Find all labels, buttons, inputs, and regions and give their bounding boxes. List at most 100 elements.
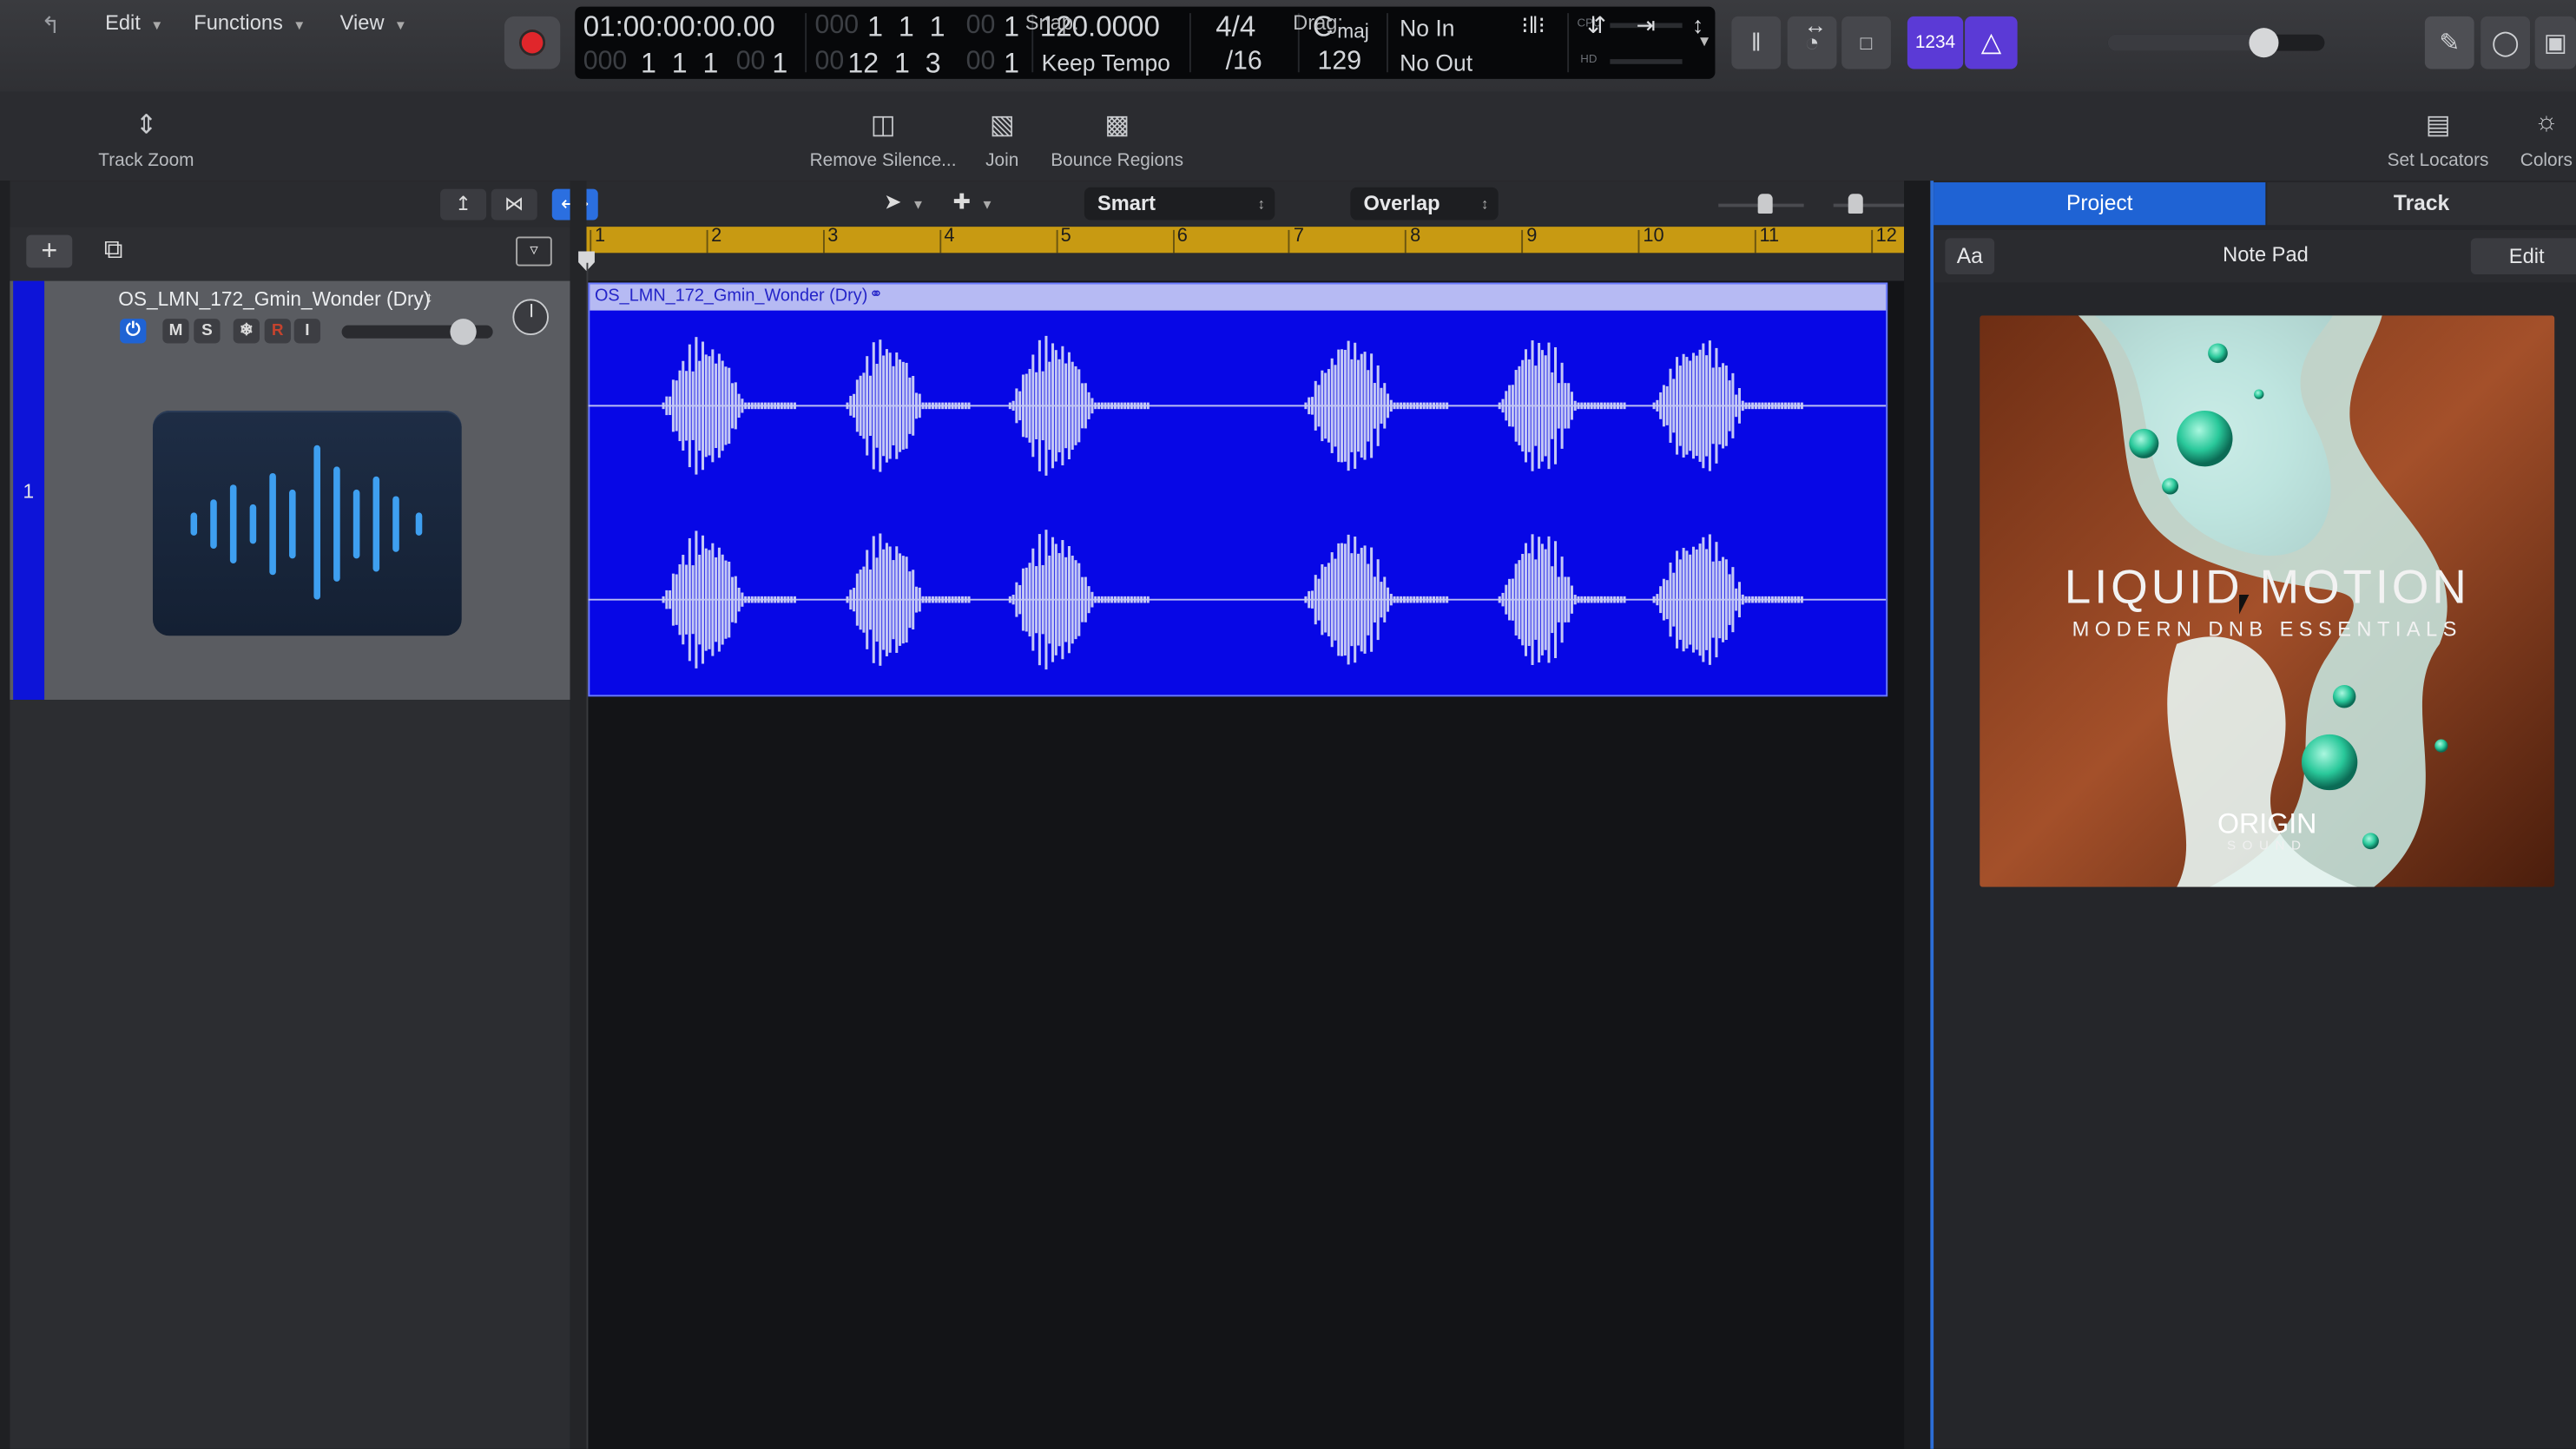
ruler-bar-number: 6 — [1176, 227, 1188, 247]
drag-select[interactable]: Overlap ↕ — [1350, 187, 1499, 221]
bounce-regions-icon: ▩ — [1104, 111, 1130, 140]
automation-icon[interactable]: ↥ — [440, 188, 487, 221]
functions-menu[interactable]: Functions ▼ — [194, 11, 306, 34]
note-pad-toggle-icon[interactable]: ✎ — [2424, 16, 2474, 69]
track-name-updown-icon[interactable]: ↕ — [425, 289, 433, 306]
solo-button[interactable]: S — [194, 319, 221, 344]
key-value: 129 — [1317, 47, 1362, 76]
colors-button[interactable]: ☼ Colors — [2510, 109, 2576, 171]
pos2-dim: 000 — [583, 47, 628, 76]
horizontal-fit-icon[interactable]: ⇥ — [1637, 11, 1656, 39]
note-pad-title: Note Pad — [2223, 243, 2309, 267]
ruler-bar-number: 8 — [1410, 227, 1421, 247]
ruler[interactable] — [586, 227, 1905, 254]
ruler-tick — [939, 229, 941, 254]
len-sub: 1 — [1004, 47, 1020, 79]
horizontal-zoom-slider-icon[interactable]: ↔ — [1804, 11, 1827, 37]
ruler-bar-number: 10 — [1643, 227, 1664, 247]
ruler-tick — [1055, 229, 1057, 254]
pos2-sub-dim: 00 — [735, 47, 766, 76]
remove-silence-icon: ◫ — [870, 111, 896, 140]
record-enable-button[interactable]: R — [264, 319, 291, 344]
ruler-bar-number: 5 — [1060, 227, 1071, 247]
cover-title: LIQUID MOTION — [2064, 562, 2470, 615]
tab-track[interactable]: Track — [2267, 182, 2576, 226]
arrange-scroll-gutter[interactable] — [1904, 181, 1931, 1449]
pan-knob[interactable] — [512, 299, 549, 336]
track-volume-knob[interactable] — [449, 319, 476, 346]
metronome-icon[interactable]: △ — [1965, 16, 2018, 69]
remove-silence-button[interactable]: ◫ Remove Silence... — [805, 109, 961, 171]
count-in-button[interactable]: 1234 — [1907, 16, 1964, 69]
freeze-icon[interactable]: ❄ — [233, 319, 260, 344]
flex-icon[interactable]: ⋈ — [491, 188, 537, 221]
updown-icon: ↕ — [1257, 195, 1265, 213]
join-icon: ▧ — [989, 111, 1015, 140]
ruler-bar-number: 11 — [1759, 227, 1780, 247]
loop-browser-icon[interactable]: ◯ — [2480, 16, 2530, 69]
cover-subtitle: MODERN DNB ESSENTIALS — [2072, 617, 2462, 641]
drag-label: Drag: — [1293, 11, 1344, 35]
cover-brand: ORIGIN — [2217, 807, 2317, 840]
ruler-bar-number: 2 — [711, 227, 722, 247]
horizontal-zoom-slider[interactable] — [1833, 203, 1913, 207]
secondary-tool-icon[interactable]: ✚ ▼ — [952, 189, 1008, 221]
back-arrow-icon[interactable]: ↰ — [41, 11, 60, 39]
record-button[interactable] — [504, 16, 561, 69]
ruler-tick — [1521, 229, 1524, 254]
pos-bars: 1 1 1 — [867, 11, 945, 43]
track-zoom-button[interactable]: ⇕ Track Zoom — [79, 109, 214, 171]
horizontal-zoom-knob[interactable] — [1848, 194, 1863, 214]
join-button[interactable]: ▧ Join — [969, 109, 1035, 171]
master-volume-slider[interactable] — [2107, 28, 2325, 58]
track-icon[interactable] — [152, 411, 462, 636]
view-menu[interactable]: View ▼ — [340, 11, 407, 34]
snap-label: Snap: — [1024, 11, 1079, 35]
audio-waveform-icon — [190, 445, 423, 600]
master-volume-knob[interactable] — [2249, 28, 2279, 58]
hd-meter — [1610, 59, 1683, 64]
smpte-position: 01:00:00:00.00 — [583, 10, 775, 43]
ruler-bar-number: 12 — [1875, 227, 1897, 247]
browser-icon[interactable]: ▣ — [2534, 16, 2576, 69]
bounce-regions-button[interactable]: ▩ Bounce Regions — [1042, 109, 1193, 171]
global-tracks-icon[interactable]: ▿ — [516, 236, 552, 267]
input-monitor-button[interactable]: I — [293, 319, 320, 344]
midi-out: No Out — [1400, 49, 1473, 76]
time-signature: 4/4 — [1216, 10, 1256, 43]
track-on-off-icon[interactable]: ⏻ — [120, 319, 147, 344]
edit-button[interactable]: Edit — [2470, 238, 2576, 274]
waveform-zoom-icon[interactable]: ⁝‖⁝ — [1521, 11, 1545, 39]
set-locators-icon: ▤ — [2425, 111, 2451, 140]
album-cover-image: LIQUID MOTION MODERN DNB ESSENTIALS ORIG… — [1980, 315, 2555, 887]
ruler-tick — [1172, 229, 1174, 254]
pointer-tool-icon[interactable]: ➤ ▼ — [884, 189, 939, 221]
snap-select[interactable]: Smart ↕ — [1084, 187, 1275, 221]
track-volume-slider[interactable] — [341, 319, 493, 346]
score-icon[interactable]: □ — [1841, 16, 1891, 69]
pos-bars-sub-dim: 00 — [965, 11, 996, 40]
ruler-tick — [1288, 229, 1291, 254]
mixer-icon[interactable]: ‖ — [1731, 16, 1782, 69]
vertical-zoom-icon[interactable]: ⇵ — [1587, 11, 1606, 39]
ruler-tick — [822, 229, 825, 254]
track-header-divider[interactable] — [570, 181, 587, 1449]
ruler-tick — [1637, 229, 1640, 254]
vertical-zoom-slider-icon[interactable]: ↕ — [1692, 11, 1703, 37]
set-locators-button[interactable]: ▤ Set Locators — [2375, 109, 2500, 171]
track-zoom-icon: ⇕ — [135, 111, 158, 140]
ruler-bar-number: 7 — [1293, 227, 1305, 247]
tab-project[interactable]: Project — [1934, 182, 2266, 226]
ruler-tick — [1871, 229, 1873, 254]
edit-menu[interactable]: Edit ▼ — [105, 11, 163, 34]
mute-button[interactable]: M — [162, 319, 189, 344]
ruler-tick — [1754, 229, 1756, 254]
region-waveform — [588, 335, 1887, 670]
duplicate-track-icon[interactable]: ⧉ — [94, 235, 133, 268]
font-button[interactable]: Aa — [1945, 238, 1995, 274]
add-track-button[interactable]: + — [26, 234, 73, 268]
ruler-lower[interactable] — [586, 253, 1905, 281]
ruler-tick — [1405, 229, 1407, 254]
vertical-zoom-knob[interactable] — [1757, 194, 1773, 214]
track-name[interactable]: OS_LMN_172_Gmin_Wonder (Dry) — [118, 287, 430, 310]
